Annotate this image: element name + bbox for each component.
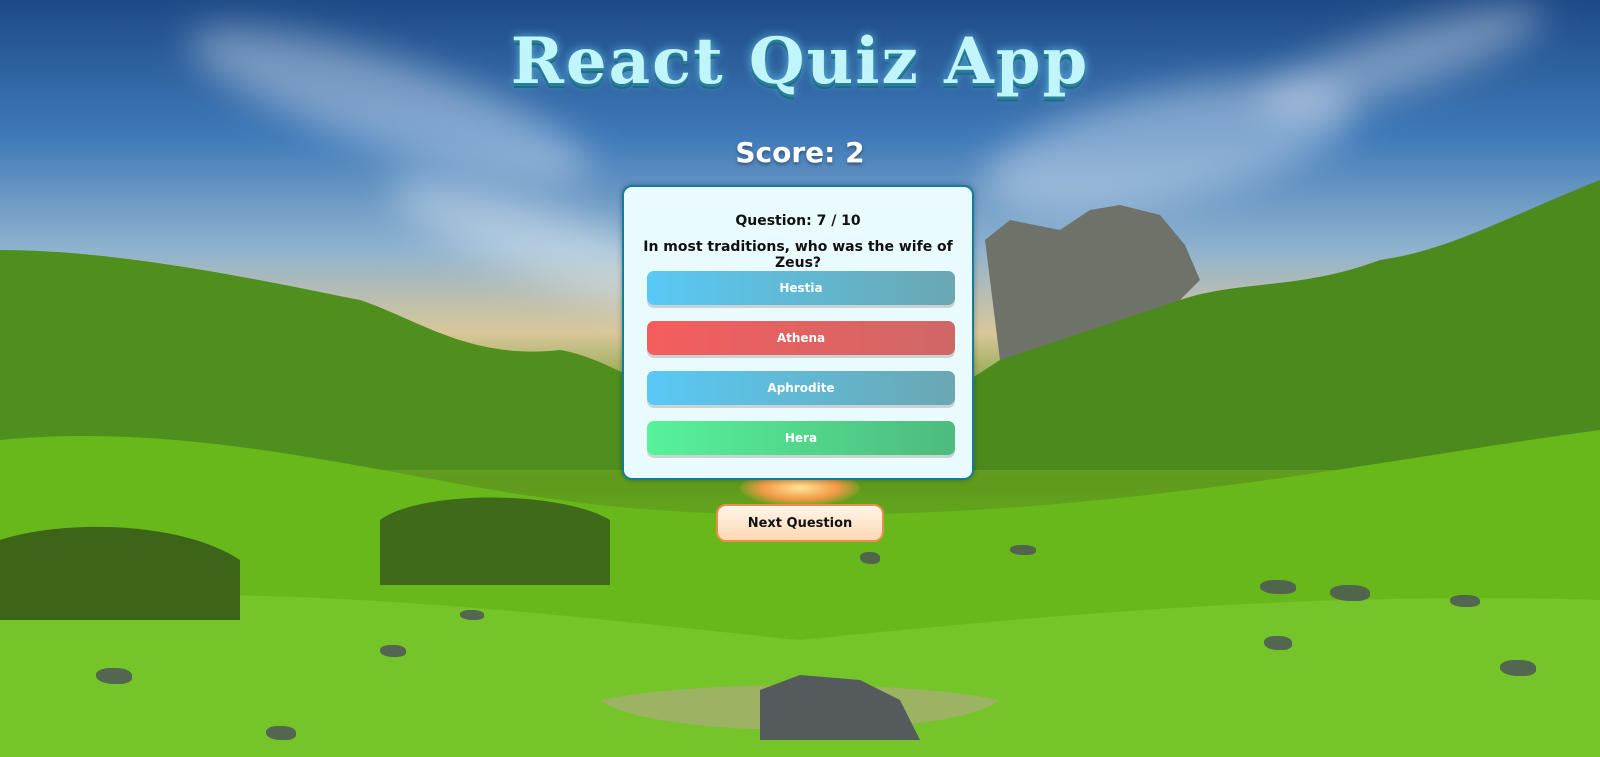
question-number: Question: 7 / 10: [735, 213, 861, 229]
answer-button-hestia[interactable]: Hestia: [647, 271, 955, 305]
next-question-button[interactable]: Next Question: [716, 504, 884, 542]
score-display: Score: 2: [735, 136, 865, 169]
question-card: Question: 7 / 10 In most traditions, who…: [622, 185, 974, 480]
app-title: React Quiz App: [510, 24, 1090, 99]
answer-button-athena[interactable]: Athena: [647, 321, 955, 355]
question-text: In most traditions, who was the wife of …: [643, 239, 953, 271]
answer-button-hera[interactable]: Hera: [647, 421, 955, 455]
answer-button-aphrodite[interactable]: Aphrodite: [647, 371, 955, 405]
